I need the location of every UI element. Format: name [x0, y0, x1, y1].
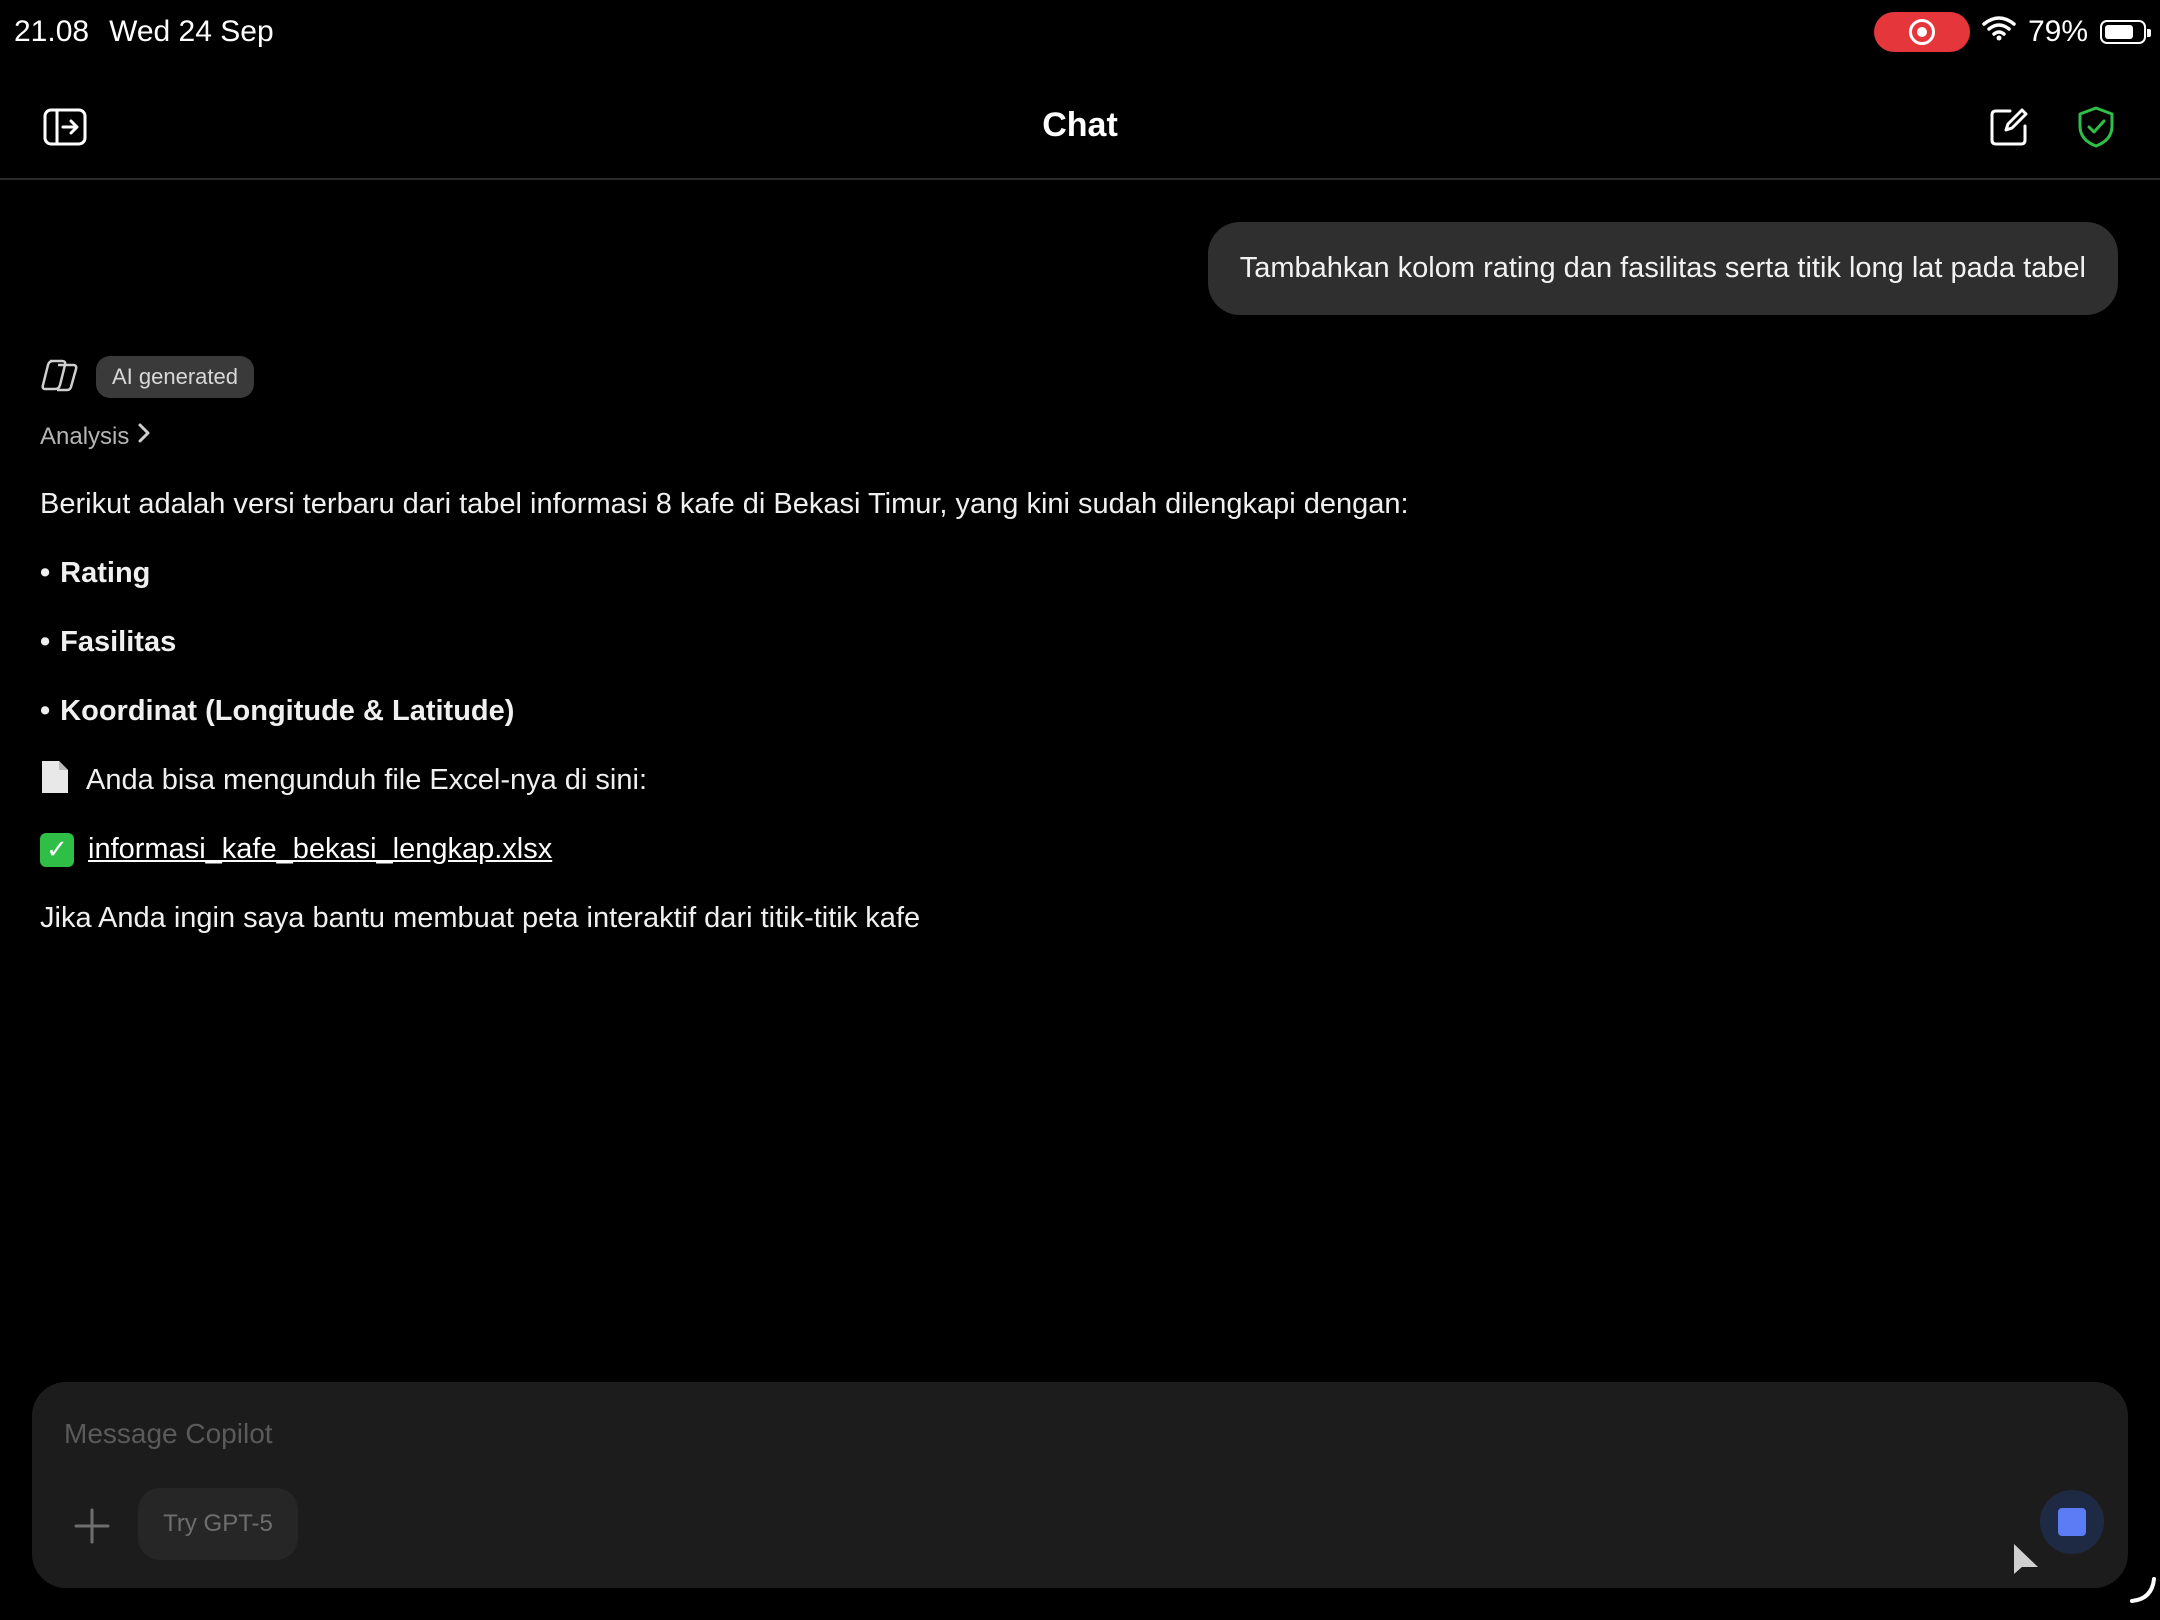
status-date: Wed 24 Sep	[109, 15, 274, 48]
message-composer: Message Copilot Try GPT-5	[32, 1382, 2128, 1588]
ai-response-body: Berikut adalah versi terbaru dari tabel …	[40, 470, 1940, 953]
ai-response-header: AI generated	[40, 356, 254, 398]
record-icon	[1908, 19, 1935, 45]
bullet-dot: •	[40, 557, 51, 589]
new-chat-icon	[1988, 106, 2030, 153]
analysis-expander[interactable]: Analysis	[40, 422, 151, 451]
bullet-item: • Rating	[40, 539, 1940, 608]
download-line: Anda bisa mengunduh file Excel-nya di si…	[40, 746, 1940, 815]
bullet-text: Fasilitas	[60, 626, 177, 658]
copilot-logo-icon	[40, 357, 80, 398]
status-time: 21.08	[14, 15, 90, 48]
battery-fill	[2105, 25, 2134, 39]
bullet-text: Rating	[60, 557, 151, 589]
bullet-text: Koordinat (Longitude & Latitude)	[60, 695, 515, 727]
ai-intro: Berikut adalah versi terbaru dari tabel …	[40, 488, 1409, 520]
resize-corner-icon	[2130, 1575, 2158, 1608]
new-chat-button[interactable]	[1984, 104, 2034, 154]
page-title: Chat	[1042, 106, 1118, 144]
bullet-dot: •	[40, 695, 51, 727]
bullet-dot: •	[40, 626, 51, 658]
ai-closing: Jika Anda ingin saya bantu membuat peta …	[40, 902, 921, 934]
bullet-item: • Fasilitas	[40, 608, 1940, 677]
wifi-icon	[1982, 15, 2016, 49]
user-message-bubble: Tambahkan kolom rating dan fasilitas ser…	[1207, 222, 2118, 315]
message-input[interactable]: Message Copilot	[64, 1418, 273, 1450]
battery-icon	[2100, 20, 2151, 44]
chevron-right-icon	[137, 422, 151, 451]
pointer-cursor-icon	[2012, 1542, 2042, 1583]
privacy-shield-button[interactable]	[2071, 104, 2121, 154]
stop-generating-button[interactable]	[2040, 1490, 2104, 1554]
excel-file-link[interactable]: informasi_kafe_bekasi_lengkap.xlsx	[88, 833, 552, 866]
status-bar: 21.08 Wed 24 Sep 79%	[0, 0, 2160, 64]
bullet-item: • Koordinat (Longitude & Latitude)	[40, 677, 1940, 746]
shield-check-icon	[2076, 105, 2116, 154]
download-text: Anda bisa mengunduh file Excel-nya di si…	[86, 764, 647, 796]
ai-generated-badge: AI generated	[96, 356, 254, 398]
try-gpt-5-button[interactable]: Try GPT-5	[138, 1488, 298, 1560]
analysis-label: Analysis	[40, 422, 130, 450]
file-link-line: ✓ informasi_kafe_bekasi_lengkap.xlsx	[40, 815, 1940, 884]
chat-header: Chat	[0, 64, 2160, 180]
check-mark-icon: ✓	[40, 832, 74, 867]
screen: 21.08 Wed 24 Sep 79% Chat Tambahkan kolo…	[0, 0, 2160, 1620]
battery-percent: 79%	[2027, 15, 2088, 48]
plus-icon	[74, 1508, 110, 1549]
document-icon	[40, 759, 70, 803]
stop-icon	[2058, 1508, 2086, 1536]
add-attachment-button[interactable]	[62, 1498, 122, 1558]
screen-recording-indicator[interactable]	[1873, 12, 1970, 52]
